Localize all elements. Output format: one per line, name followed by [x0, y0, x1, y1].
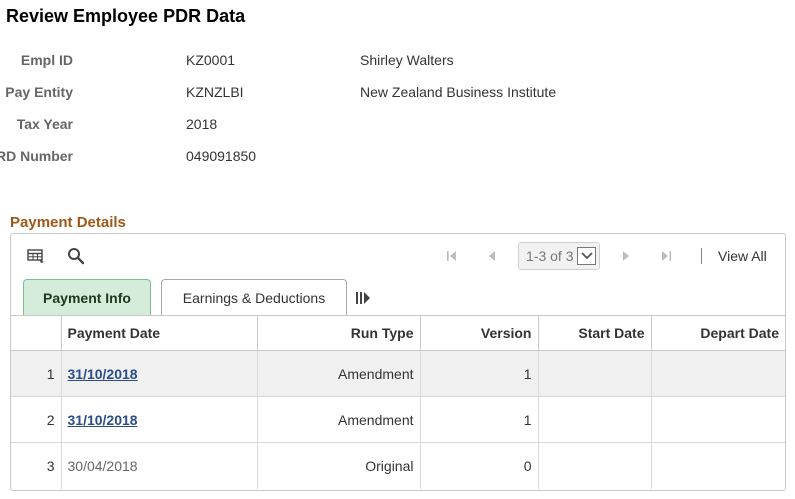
depart-date-cell — [651, 350, 785, 397]
pay-entity-label: Pay Entity — [5, 84, 73, 100]
previous-page-icon[interactable] — [484, 246, 500, 266]
payment-date-cell: 30/04/2018 — [61, 442, 258, 489]
row-number: 1 — [11, 350, 62, 397]
ird-number-label: IRD Number — [0, 148, 73, 164]
column-header-depart-date[interactable]: Depart Date — [651, 315, 785, 351]
show-all-columns-icon[interactable] — [354, 290, 372, 306]
ird-number-value: 049091850 — [186, 148, 257, 164]
run-type-cell: Amendment — [257, 350, 421, 397]
depart-date-cell — [651, 443, 785, 489]
table-row: 1 31/10/2018 Amendment 1 — [11, 350, 785, 397]
depart-date-cell — [651, 396, 785, 443]
row-number: 3 — [11, 442, 62, 489]
pay-entity-description: New Zealand Business Institute — [360, 84, 557, 100]
start-date-cell — [538, 396, 652, 443]
row-pager[interactable]: 1-3 of 3 — [518, 242, 600, 270]
column-header-version[interactable]: Version — [420, 315, 539, 351]
payment-date-link[interactable]: 31/10/2018 — [68, 412, 138, 428]
column-header-payment-date[interactable]: Payment Date — [61, 315, 258, 351]
payment-date-cell: 31/10/2018 — [61, 396, 258, 443]
column-header-run-type[interactable]: Run Type — [257, 315, 421, 351]
personalize-grid-icon[interactable] — [26, 246, 46, 266]
ird-number-row: IRD Number 049091850 — [0, 145, 700, 167]
next-page-icon[interactable] — [618, 246, 634, 266]
payment-date-link[interactable]: 31/10/2018 — [68, 366, 138, 382]
column-header-start-date[interactable]: Start Date — [538, 315, 652, 351]
pager-text: 1-3 of 3 — [526, 248, 574, 264]
view-all-link[interactable]: View All — [718, 248, 767, 264]
empl-id-value: KZ0001 — [186, 52, 236, 68]
table-row: 3 30/04/2018 Original 0 — [11, 442, 785, 489]
table-header-row: Payment Date Run Type Version Start Date… — [11, 315, 785, 351]
tax-year-label: Tax Year — [16, 116, 73, 132]
last-page-icon[interactable] — [658, 246, 674, 266]
payment-info-table: Payment Date Run Type Version Start Date… — [11, 315, 785, 489]
version-cell: 1 — [420, 350, 539, 397]
row-number: 2 — [11, 396, 62, 443]
empl-id-label: Empl ID — [20, 52, 73, 68]
grid-toolbar: 1-3 of 3 View All — [11, 234, 785, 278]
table-row: 2 31/10/2018 Amendment 1 — [11, 396, 785, 443]
row-number-header — [11, 315, 62, 351]
page-title: Review Employee PDR Data — [6, 6, 246, 26]
version-cell: 1 — [420, 396, 539, 443]
empl-id-row: Empl ID KZ0001 Shirley Walters — [0, 49, 700, 71]
start-date-cell — [538, 442, 652, 489]
toolbar-divider — [701, 248, 702, 264]
tax-year-row: Tax Year 2018 — [0, 113, 700, 135]
version-cell: 0 — [420, 442, 539, 489]
tab-payment-info[interactable]: Payment Info — [23, 279, 151, 315]
payment-details-title: Payment Details — [10, 214, 126, 231]
first-page-icon[interactable] — [444, 246, 460, 266]
employee-name: Shirley Walters — [360, 52, 454, 68]
payment-details-grid: 1-3 of 3 View All Payment Info Earnings … — [10, 233, 786, 491]
tab-earnings-deductions[interactable]: Earnings & Deductions — [161, 279, 347, 315]
chevron-down-icon[interactable] — [577, 247, 596, 265]
start-date-cell — [538, 350, 652, 397]
pay-entity-row: Pay Entity KZNZLBI New Zealand Business … — [0, 81, 700, 103]
run-type-cell: Original — [257, 442, 421, 489]
search-icon[interactable] — [66, 246, 86, 266]
payment-date-cell: 31/10/2018 — [61, 350, 258, 397]
pay-entity-value: KZNZLBI — [186, 84, 244, 100]
tax-year-value: 2018 — [186, 116, 218, 132]
payment-date-text: 30/04/2018 — [67, 457, 138, 474]
run-type-cell: Amendment — [257, 396, 421, 443]
